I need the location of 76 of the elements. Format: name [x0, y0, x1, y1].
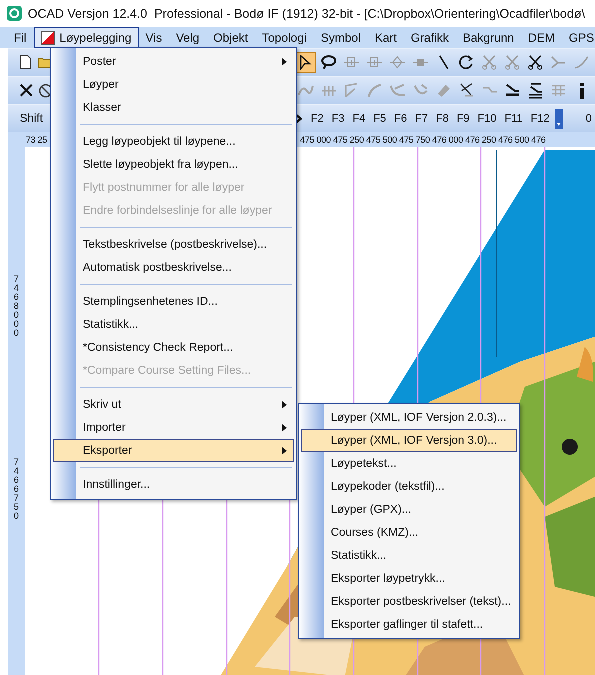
new-file-icon[interactable]	[20, 55, 32, 70]
menu-item[interactable]: Eksporter løypetrykk...	[301, 567, 517, 590]
ruler-label: 7468000	[12, 275, 20, 338]
menu-item[interactable]: Eksporter gaflinger til stafett...	[301, 613, 517, 636]
curve-tool-icon[interactable]	[298, 83, 314, 98]
menu-item[interactable]: Courses (KMZ)...	[301, 521, 517, 544]
menu-bar-item[interactable]: Vis	[138, 27, 170, 48]
menu-item[interactable]: Importer	[53, 416, 294, 439]
menu-item[interactable]: Statistikk...	[301, 544, 517, 567]
menu-item[interactable]: Løyper (XML, IOF Versjon 3.0)...	[301, 429, 517, 452]
dropdown-icon[interactable]	[554, 108, 563, 128]
menu-item[interactable]: Løypetekst...	[301, 452, 517, 475]
function-key-button[interactable]: F4	[350, 108, 369, 128]
function-key-button[interactable]: F8	[433, 108, 452, 128]
shift-label: Shift	[20, 112, 44, 124]
menu-item[interactable]: Tekstbeskrivelse (postbeskrivelse)...	[53, 233, 294, 256]
function-key-button[interactable]: F6	[391, 108, 410, 128]
menu-item[interactable]: Løyper	[53, 73, 294, 96]
menu-item[interactable]: Innstillinger...	[53, 473, 294, 496]
menu-bar-item[interactable]: Objekt	[206, 27, 256, 48]
menu-item[interactable]: Løyper (GPX)...	[301, 498, 517, 521]
menu-item[interactable]: Statistikk...	[53, 313, 294, 336]
table-icon[interactable]	[551, 84, 566, 97]
lasso-icon[interactable]	[320, 55, 336, 70]
rotate-icon[interactable]	[459, 55, 474, 70]
menu-bar-item[interactable]: Topologi	[255, 27, 314, 48]
close-icon[interactable]	[20, 84, 33, 97]
caret-icon	[282, 58, 287, 66]
menu-item[interactable]: Skriv ut	[53, 393, 294, 416]
ruler-label: 475 000 475 250 475 500 475 750 476 000 476 250 476 500 476	[300, 134, 546, 144]
folder-icon[interactable]	[38, 56, 52, 68]
menu-item[interactable]: Klasser	[53, 96, 294, 119]
menu-bar-item[interactable]: Velg	[169, 27, 207, 48]
menu-item[interactable]: Eksporter postbeskrivelser (tekst)...	[301, 590, 517, 613]
menu-item[interactable]: Automatisk postbeskrivelse...	[53, 256, 294, 279]
menu-item[interactable]: Løypekoder (tekstfil)...	[301, 475, 517, 498]
menu-bar-item[interactable]: Grafikk	[404, 27, 456, 48]
function-key-button[interactable]: F12	[528, 108, 553, 128]
menu-item[interactable]: Slette løypeobjekt fra løypen...	[53, 153, 294, 176]
ruler-label: 73 25	[26, 134, 48, 144]
function-key-button[interactable]: F2	[308, 108, 327, 128]
menu-bar-item[interactable]: Fil	[7, 27, 34, 48]
pointer-icon[interactable]	[299, 55, 312, 70]
menu-item[interactable]: *Consistency Check Report...	[53, 336, 294, 359]
eraser-icon[interactable]	[436, 83, 451, 98]
menu-item[interactable]: Stemplingsenhetenes ID...	[53, 290, 294, 313]
menu-bar-item[interactable]: Bakgrunn	[456, 27, 522, 48]
scissors-icon[interactable]	[528, 55, 543, 70]
menu-item[interactable]: Løyper (XML, IOF Versjon 2.0.3)...	[301, 406, 517, 429]
menu-item[interactable]: Legg løypeobjekt til løypene...	[53, 130, 294, 153]
window-title: OCAD Versjon 12.4.0 Professional - Bodø IF (1912) 32-bit - [C:\Dropbox\Orientering\Ocadfiler\bodø\	[28, 6, 586, 20]
menu-bar-item[interactable]: Kart	[368, 27, 404, 48]
menu-bar-item[interactable]: DEM	[521, 27, 562, 48]
function-key-button[interactable]: F9	[454, 108, 473, 128]
menu-bar-item[interactable]: GPS	[562, 27, 595, 48]
line-icon[interactable]	[438, 55, 448, 70]
info-icon[interactable]	[578, 82, 584, 98]
angle-tool-icon[interactable]	[344, 83, 359, 98]
menu-item[interactable]: Eksporter	[53, 439, 294, 462]
hatch-tool-icon[interactable]	[320, 84, 336, 97]
function-key-button[interactable]: F5	[370, 108, 390, 128]
function-key-button[interactable]: F10	[474, 108, 500, 128]
app-icon	[7, 6, 22, 21]
function-key-button[interactable]: F11	[502, 108, 526, 128]
ruler-label: 7466750	[12, 458, 20, 521]
cut-line-icon[interactable]	[459, 83, 474, 98]
align-bottom-icon[interactable]	[528, 82, 543, 98]
menu-bar-item[interactable]: Symbol	[314, 27, 368, 48]
function-key-button[interactable]: F3	[328, 108, 348, 128]
function-key-button[interactable]: F7	[412, 108, 432, 128]
curve-tool-icon[interactable]	[390, 83, 406, 98]
align-bottom-icon[interactable]	[505, 83, 520, 98]
curve-tool-icon[interactable]	[366, 83, 382, 98]
zoom-value: 0	[584, 112, 593, 126]
menu-bar-item[interactable]: Løypelegging	[34, 27, 139, 48]
course-icon	[40, 30, 55, 44]
